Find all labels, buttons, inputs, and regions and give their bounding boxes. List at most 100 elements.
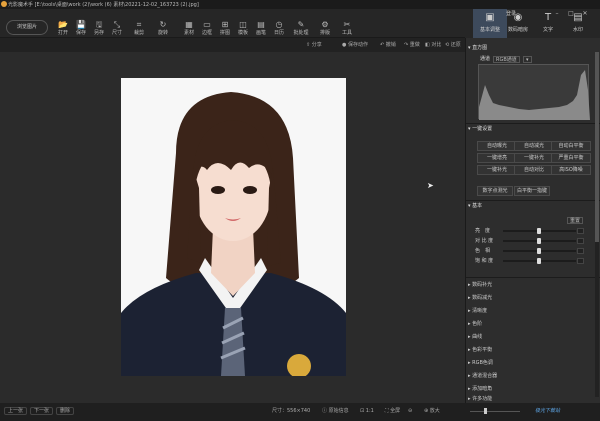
section-clarity[interactable]: ▸ 清晰度 [468, 305, 487, 317]
resize-icon: ⤡ [113, 20, 121, 29]
chevron-down-icon[interactable]: ▾ [523, 56, 532, 63]
fullscreen-button[interactable]: ⛶ 全屏 [385, 406, 400, 416]
rotate-icon: ↻ [159, 20, 167, 29]
brightness-value-field[interactable] [577, 228, 584, 234]
brightness-slider[interactable] [503, 228, 576, 234]
scrollbar-thumb[interactable] [595, 52, 599, 242]
share-button[interactable]: ⇪ 分享 [306, 40, 322, 50]
slider-thumb[interactable] [537, 228, 541, 234]
tool-label: 排版 [319, 30, 330, 36]
tools-tool-button[interactable]: ✂ 工具 [336, 19, 358, 39]
zoom-out-button[interactable]: ⊖ [408, 406, 412, 416]
calendar-icon: ◷ [275, 20, 283, 29]
auto-exposure-button[interactable]: 自动曝光 [477, 141, 517, 151]
section-curves[interactable]: ▸ 曲线 [468, 331, 482, 343]
title-bar: 光影魔术手 [E:\tools\桌面\work (2)\work (6) 素材\… [0, 0, 600, 9]
actual-size-button[interactable]: ⊡ 1:1 [360, 406, 374, 416]
mouse-cursor-icon: ➤ [427, 181, 434, 190]
section-channel-mixer[interactable]: ▸ 通道混合器 [468, 370, 497, 382]
tool-label: 工具 [341, 30, 352, 36]
slider-thumb[interactable] [537, 238, 541, 244]
slider-thumb[interactable] [537, 258, 541, 264]
divider [466, 123, 600, 124]
compare-icon: ◧ [425, 42, 430, 48]
section-reduce-light[interactable]: ▸ 数码减光 [468, 292, 492, 304]
slider-thumb[interactable] [537, 248, 541, 254]
restore-button[interactable]: ⟲ 还原 [445, 40, 461, 50]
login-button[interactable]: 登录 [506, 10, 516, 18]
original-info-button[interactable]: ⓘ 原始信息 [322, 406, 349, 416]
auto-reduce-light-button[interactable]: 自动减光 [514, 141, 554, 151]
resize-tool-button[interactable]: ⤡ 尺寸 [106, 19, 128, 39]
section-levels[interactable]: ▸ 色阶 [468, 318, 482, 330]
crop-tool-button[interactable]: ⌗ 裁剪 [128, 19, 150, 39]
contrast-slider[interactable] [503, 238, 576, 244]
next-image-button[interactable]: 下一张 [30, 406, 54, 416]
tool-label: 批处理 [293, 30, 309, 36]
browse-images-button[interactable]: 浏览图片 [6, 20, 48, 35]
portrait-image [121, 78, 346, 376]
actual-size-icon: ⊡ [360, 408, 365, 414]
saturation-value-field[interactable] [577, 258, 584, 264]
redo-button[interactable]: ↷ 重做 [404, 40, 420, 50]
fill-light-button[interactable]: 一键补光 [514, 153, 554, 163]
zoom-out-icon: ⊖ [408, 408, 413, 414]
severe-white-balance-button[interactable]: 严重白平衡 [551, 153, 591, 163]
tools-icon: ✂ [343, 20, 351, 29]
section-rgb-tone[interactable]: ▸ RGB色调 [468, 357, 493, 369]
batch-icon: ✎ [297, 20, 305, 29]
spot-metering-button[interactable]: 数字点测光 [477, 186, 513, 196]
compare-button[interactable]: ◧ 对比 [425, 40, 441, 50]
info-icon: ⓘ [322, 408, 328, 414]
divider [466, 200, 600, 201]
undo-icon: ↶ [380, 42, 385, 48]
histogram-graph [479, 70, 590, 120]
save-action-button[interactable]: ● 保存动作 [342, 40, 368, 50]
contrast-value-field[interactable] [577, 238, 584, 244]
rotate-tool-button[interactable]: ↻ 旋转 [152, 19, 174, 39]
oneclick-section-title[interactable]: ▾ 一键设置 [468, 125, 492, 133]
undo-button[interactable]: ↶ 撤销 [380, 40, 396, 50]
auto-contrast-button[interactable]: 自动对比 [514, 165, 554, 175]
panel-scrollbar[interactable] [595, 52, 599, 397]
maximize-icon[interactable]: □ [566, 10, 576, 18]
histogram-section-title[interactable]: ▾ 直方图 [468, 44, 487, 52]
reset-button[interactable]: 重置 [567, 217, 584, 224]
layout-tool-button[interactable]: ⚙ 排版 [314, 19, 336, 39]
hue-value-field[interactable] [577, 248, 584, 254]
layout-icon: ⚙ [321, 20, 329, 29]
portrait-photo[interactable] [121, 78, 346, 376]
share-icon: ⇪ [306, 42, 311, 48]
basic-section-title[interactable]: ▾ 基本 [468, 202, 482, 210]
close-icon[interactable]: ✕ [580, 10, 590, 18]
white-balance-picker-button[interactable]: 白平衡一指键 [514, 186, 550, 196]
section-fill-light[interactable]: ▸ 数码补光 [468, 279, 492, 291]
minimize-icon[interactable]: – [552, 10, 562, 18]
saturation-label: 饱 和 度 [475, 258, 494, 264]
calendar-tool-button[interactable]: ◷ 日历 [268, 19, 290, 39]
tool-label: 尺寸 [111, 30, 122, 36]
brighten-button[interactable]: 一键增亮 [477, 153, 517, 163]
batch-tool-button[interactable]: ✎ 批处理 [290, 19, 312, 39]
app-logo-icon [1, 1, 7, 7]
contrast-label: 对 比 度 [475, 238, 494, 244]
zoom-in-icon: ⊕ [424, 408, 429, 414]
high-iso-denoise-button[interactable]: 高ISO降噪 [551, 165, 591, 175]
zoom-slider[interactable] [470, 406, 520, 416]
record-icon: ● [342, 42, 347, 48]
auto-white-balance-button[interactable]: 自动白平衡 [551, 141, 591, 151]
delete-image-button[interactable]: 删除 [56, 406, 75, 416]
zoom-in-button[interactable]: ⊕ 放大 [424, 406, 440, 416]
tool-label: 旋转 [157, 30, 168, 36]
restore-icon: ⟲ [445, 42, 450, 48]
saturation-slider[interactable] [503, 258, 576, 264]
channel-select[interactable]: RGB通道 [493, 56, 520, 63]
watermark-logo: 极光下载站 [535, 408, 561, 414]
histogram-chart [478, 64, 590, 120]
section-color-balance[interactable]: ▸ 色彩平衡 [468, 344, 492, 356]
window-title: 光影魔术手 [E:\tools\桌面\work (2)\work (6) 素材\… [8, 2, 199, 8]
prev-image-button[interactable]: 上一张 [4, 406, 28, 416]
fill-light-2-button[interactable]: 一键补光 [477, 165, 517, 175]
tool-label: 裁剪 [133, 30, 144, 36]
hue-slider[interactable] [503, 248, 576, 254]
